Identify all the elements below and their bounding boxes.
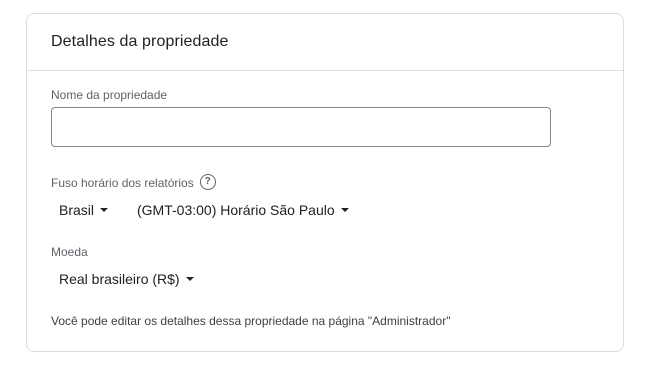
- property-name-label: Nome da propriedade: [51, 88, 168, 102]
- chevron-down-icon: [100, 208, 109, 212]
- property-details-card: Detalhes da propriedade Nome da propried…: [26, 13, 624, 352]
- timezone-label: Fuso horário dos relatórios: [51, 176, 194, 190]
- timezone-select[interactable]: (GMT-03:00) Horário São Paulo: [137, 202, 349, 218]
- property-name-input[interactable]: [51, 107, 551, 147]
- chevron-down-icon: [340, 208, 349, 212]
- question-circle-icon[interactable]: ?: [199, 174, 216, 190]
- timezone-select-value: (GMT-03:00) Horário São Paulo: [137, 202, 335, 218]
- country-select[interactable]: Brasil: [59, 202, 109, 218]
- card-title: Detalhes da propriedade: [51, 33, 229, 50]
- card-header: Detalhes da propriedade: [27, 14, 623, 71]
- admin-edit-note: Você pode editar os detalhes dessa propr…: [51, 314, 451, 328]
- chevron-down-icon: [185, 277, 194, 281]
- country-select-value: Brasil: [59, 202, 95, 218]
- currency-select-value: Real brasileiro (R$): [59, 271, 180, 287]
- currency-label: Moeda: [51, 245, 88, 259]
- timezone-label-row: Fuso horário dos relatórios ?: [51, 174, 216, 191]
- currency-select[interactable]: Real brasileiro (R$): [59, 271, 194, 287]
